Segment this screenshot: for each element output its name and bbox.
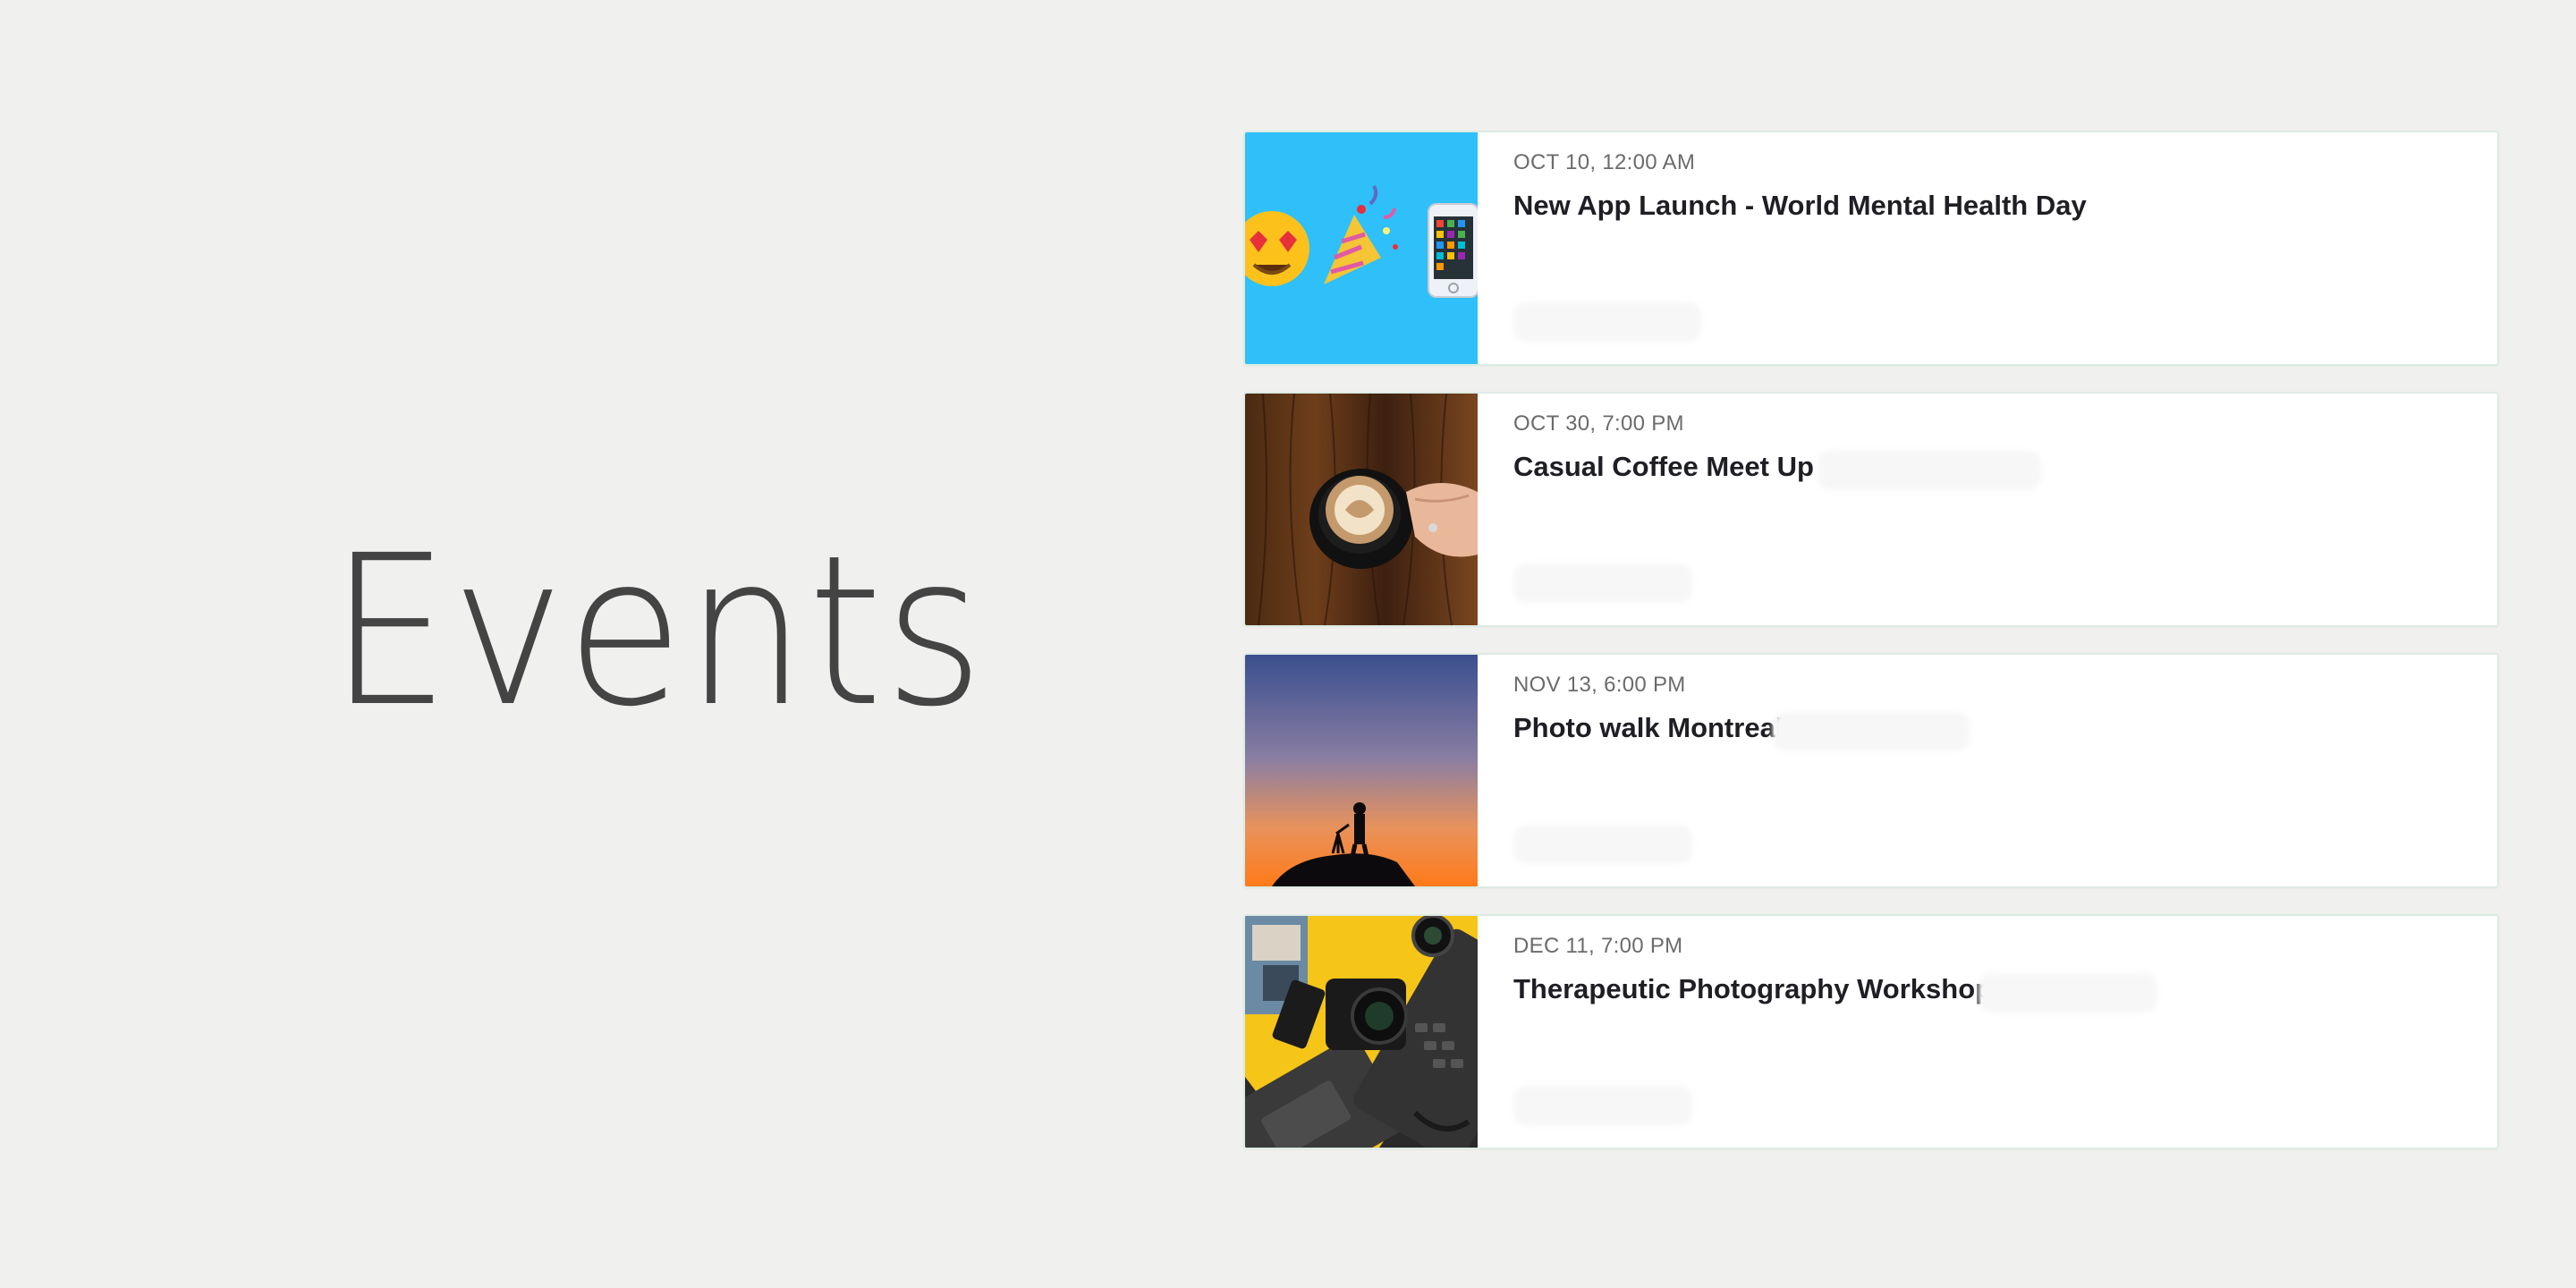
placeholder-block — [1513, 825, 1692, 864]
event-card[interactable]: DEC 11, 7:00 PM Therapeutic Photography … — [1243, 914, 2499, 1149]
event-details: OCT 30, 7:00 PM Casual Coffee Meet Up — [1478, 394, 2497, 625]
event-list: OCT 10, 12:00 AM New App Launch - World … — [1243, 131, 2499, 1175]
event-details: DEC 11, 7:00 PM Therapeutic Photography … — [1478, 916, 2497, 1148]
emoji-party-phone-image — [1245, 132, 1478, 364]
event-date: OCT 30, 7:00 PM — [1513, 411, 1684, 436]
event-details: OCT 10, 12:00 AM New App Launch - World … — [1478, 132, 2497, 364]
event-image — [1245, 655, 1478, 886]
event-card[interactable]: OCT 10, 12:00 AM New App Launch - World … — [1243, 131, 2499, 366]
event-details: NOV 13, 6:00 PM Photo walk Montreal — [1478, 655, 2497, 886]
placeholder-block — [1773, 712, 1970, 751]
event-card[interactable]: NOV 13, 6:00 PM Photo walk Montreal — [1243, 653, 2499, 888]
placeholder-block — [1513, 564, 1692, 603]
placeholder-block — [1513, 1086, 1692, 1125]
placeholder-block — [1513, 302, 1701, 342]
event-title[interactable]: Photo walk Montreal — [1513, 711, 2497, 744]
page-title: Events — [329, 511, 986, 752]
placeholder-block — [1979, 973, 2157, 1013]
event-card[interactable]: OCT 30, 7:00 PM Casual Coffee Meet Up — [1243, 392, 2499, 627]
event-date: DEC 11, 7:00 PM — [1513, 934, 1683, 958]
events-page: Events OCT 10, 12:00 AM New App Launch -… — [0, 0, 2576, 1288]
event-title[interactable]: New App Launch - World Mental Health Day — [1513, 189, 2497, 222]
placeholder-block — [1818, 451, 2041, 490]
event-date: NOV 13, 6:00 PM — [1513, 673, 1686, 697]
event-image — [1245, 132, 1478, 364]
coffee-latte-image — [1245, 394, 1478, 625]
photographer-sunset-image — [1245, 655, 1478, 886]
event-image — [1245, 916, 1478, 1148]
event-date: OCT 10, 12:00 AM — [1513, 150, 1696, 174]
camera-gear-flatlay-image — [1245, 916, 1478, 1148]
event-image — [1245, 394, 1478, 625]
